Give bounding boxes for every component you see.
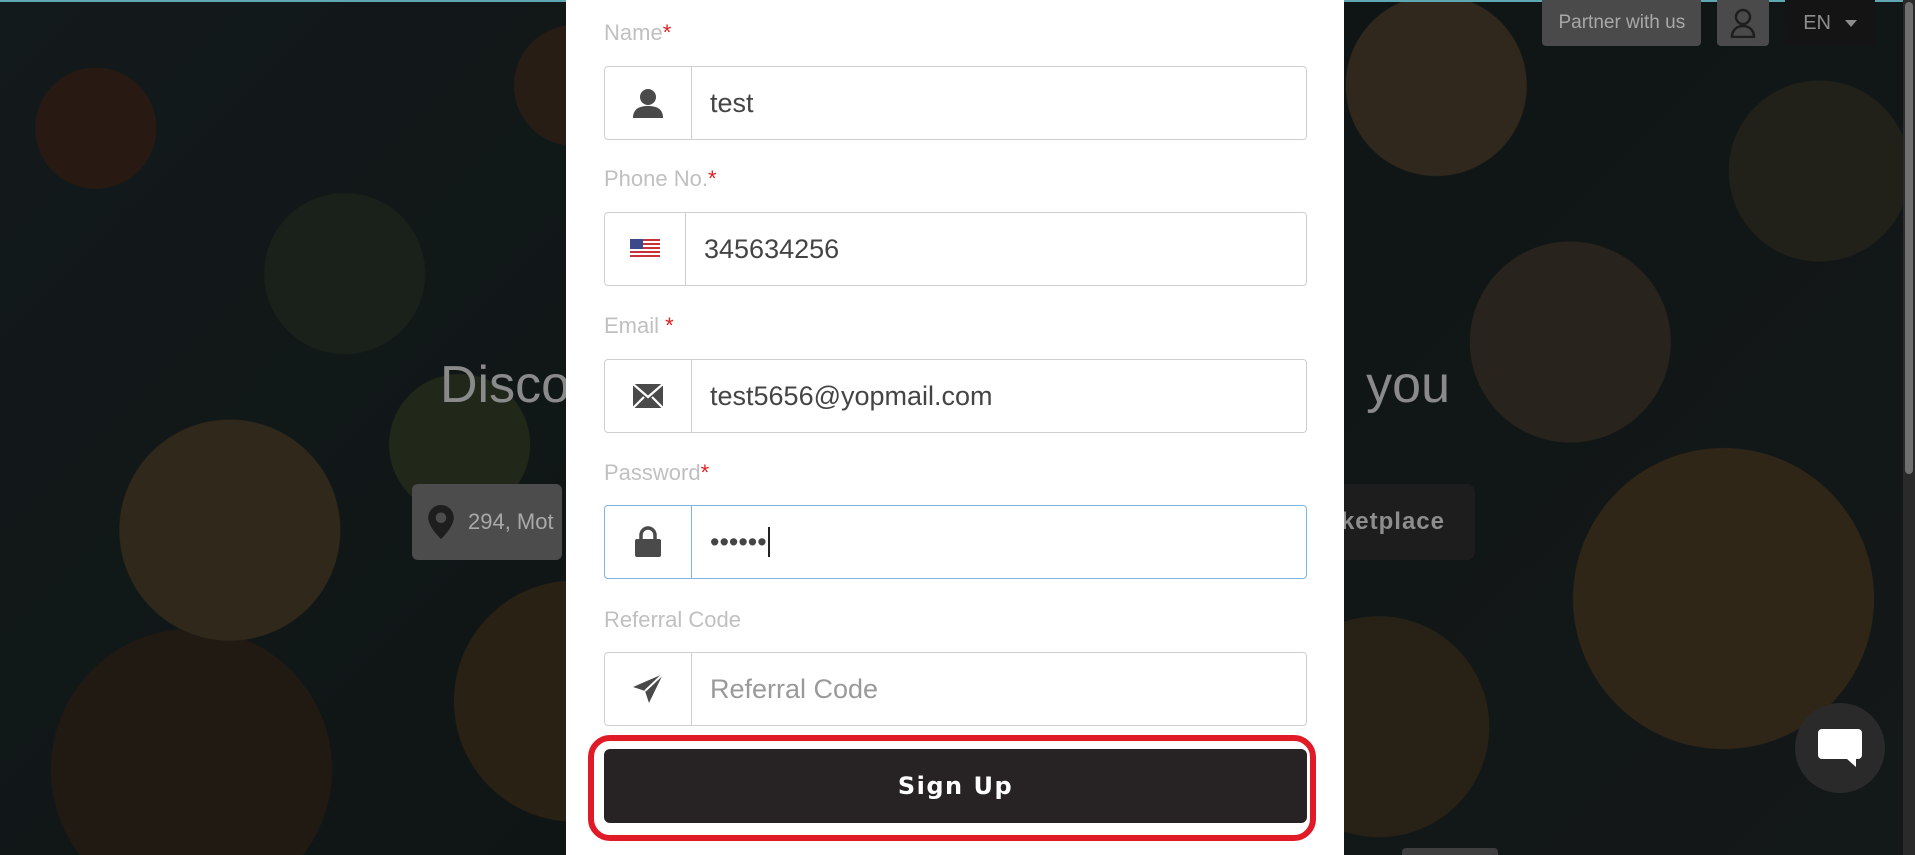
- referral-addon: [605, 653, 692, 725]
- user-account-button[interactable]: [1717, 0, 1770, 46]
- hero-title-right: you: [1366, 356, 1450, 414]
- phone-label-text: Phone No.: [604, 166, 708, 191]
- envelope-icon: [632, 383, 664, 409]
- name-addon: [605, 67, 692, 139]
- user-icon: [633, 89, 663, 118]
- email-label-text: Email: [604, 313, 666, 338]
- chevron-down-icon: [1845, 19, 1857, 27]
- partner-with-us-button[interactable]: Partner with us: [1542, 0, 1702, 46]
- email-addon: [605, 360, 692, 432]
- password-field[interactable]: ••••••: [604, 505, 1307, 579]
- hero-title-left: Disco: [440, 356, 571, 414]
- location-pin-icon: [428, 505, 454, 539]
- send-arrow-icon: [633, 673, 664, 703]
- name-label: Name*: [604, 20, 671, 46]
- name-label-text: Name: [604, 20, 663, 45]
- country-code-selector[interactable]: [605, 213, 686, 285]
- text-cursor: [767, 527, 770, 557]
- language-selector[interactable]: EN: [1785, 0, 1875, 46]
- phone-field[interactable]: 345634256: [604, 212, 1307, 286]
- page-scrollbar[interactable]: [1903, 0, 1915, 855]
- required-mark: *: [700, 460, 710, 485]
- password-addon: [605, 506, 692, 578]
- required-mark: *: [665, 313, 674, 338]
- required-mark: *: [662, 20, 672, 45]
- phone-label: Phone No.*: [604, 166, 717, 192]
- referral-field[interactable]: Referral Code: [604, 652, 1307, 726]
- email-input[interactable]: test5656@yopmail.com: [692, 360, 1306, 432]
- location-input[interactable]: 294, Mot: [412, 484, 562, 560]
- password-label: Password*: [604, 460, 709, 486]
- referral-input[interactable]: Referral Code: [692, 653, 1306, 725]
- chat-widget-button[interactable]: [1795, 703, 1885, 793]
- lock-icon: [635, 526, 661, 557]
- name-input[interactable]: test: [692, 67, 1306, 139]
- user-icon: [1730, 8, 1756, 38]
- bottom-tab-handle: [1402, 848, 1498, 855]
- partner-label: Partner with us: [1558, 12, 1686, 33]
- password-masked-value: ••••••: [710, 526, 767, 557]
- password-input[interactable]: ••••••: [692, 506, 1306, 578]
- name-field[interactable]: test: [604, 66, 1307, 140]
- email-label: Email *: [604, 313, 674, 339]
- phone-input[interactable]: 345634256: [686, 213, 1306, 285]
- top-actions: Partner with us EN: [1542, 0, 1875, 46]
- password-label-text: Password: [604, 460, 701, 485]
- required-mark: *: [707, 166, 717, 191]
- marketplace-button[interactable]: ketplace: [1330, 484, 1475, 560]
- us-flag-icon: [630, 239, 660, 259]
- chat-bubble-icon: [1818, 729, 1862, 767]
- scrollbar-thumb[interactable]: [1905, 2, 1913, 474]
- signup-modal: Name* test Phone No.* 345634256 Email * …: [566, 0, 1344, 855]
- sign-up-label: Sign Up: [897, 772, 1014, 800]
- language-label: EN: [1803, 11, 1831, 34]
- location-text: 294, Mot: [468, 509, 554, 534]
- referral-label: Referral Code: [604, 607, 741, 633]
- email-field[interactable]: test5656@yopmail.com: [604, 359, 1307, 433]
- marketplace-label: ketplace: [1340, 508, 1445, 535]
- sign-up-button[interactable]: Sign Up: [604, 749, 1307, 823]
- referral-label-text: Referral Code: [604, 607, 741, 632]
